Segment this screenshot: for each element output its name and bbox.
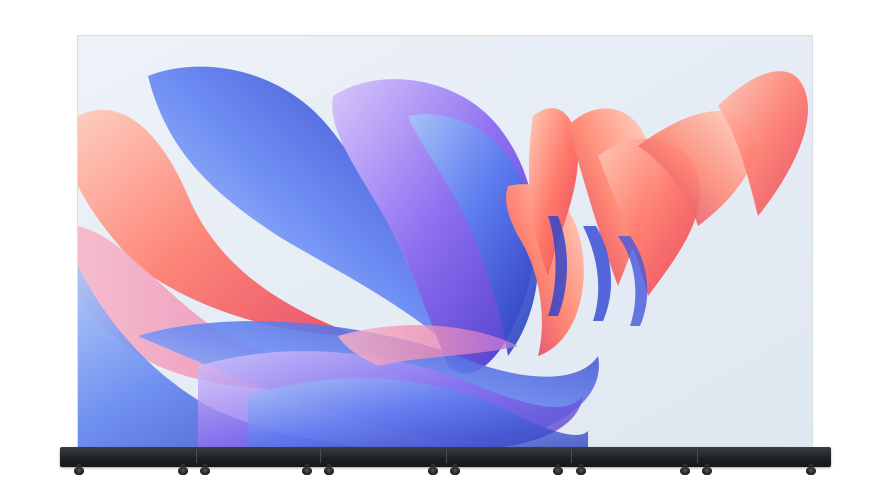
caster-wheel	[428, 464, 438, 475]
display-screen	[77, 35, 813, 449]
module-seam	[320, 449, 321, 463]
caster-wheel	[324, 464, 334, 475]
caster-wheel	[680, 464, 690, 475]
caster-wheel	[450, 464, 460, 475]
caster-wheel	[178, 464, 188, 475]
caster-wheel	[576, 464, 586, 475]
module-seam	[697, 449, 698, 463]
caster-wheel	[553, 464, 563, 475]
product-image	[0, 0, 887, 500]
abstract-flower-artwork	[78, 36, 812, 448]
module-seam	[446, 449, 447, 463]
caster-wheel	[806, 464, 816, 475]
caster-wheel	[302, 464, 312, 475]
caster-wheel	[74, 464, 84, 475]
caster-wheel	[702, 464, 712, 475]
module-seam	[196, 449, 197, 463]
caster-wheel	[200, 464, 210, 475]
module-seam	[571, 449, 572, 463]
